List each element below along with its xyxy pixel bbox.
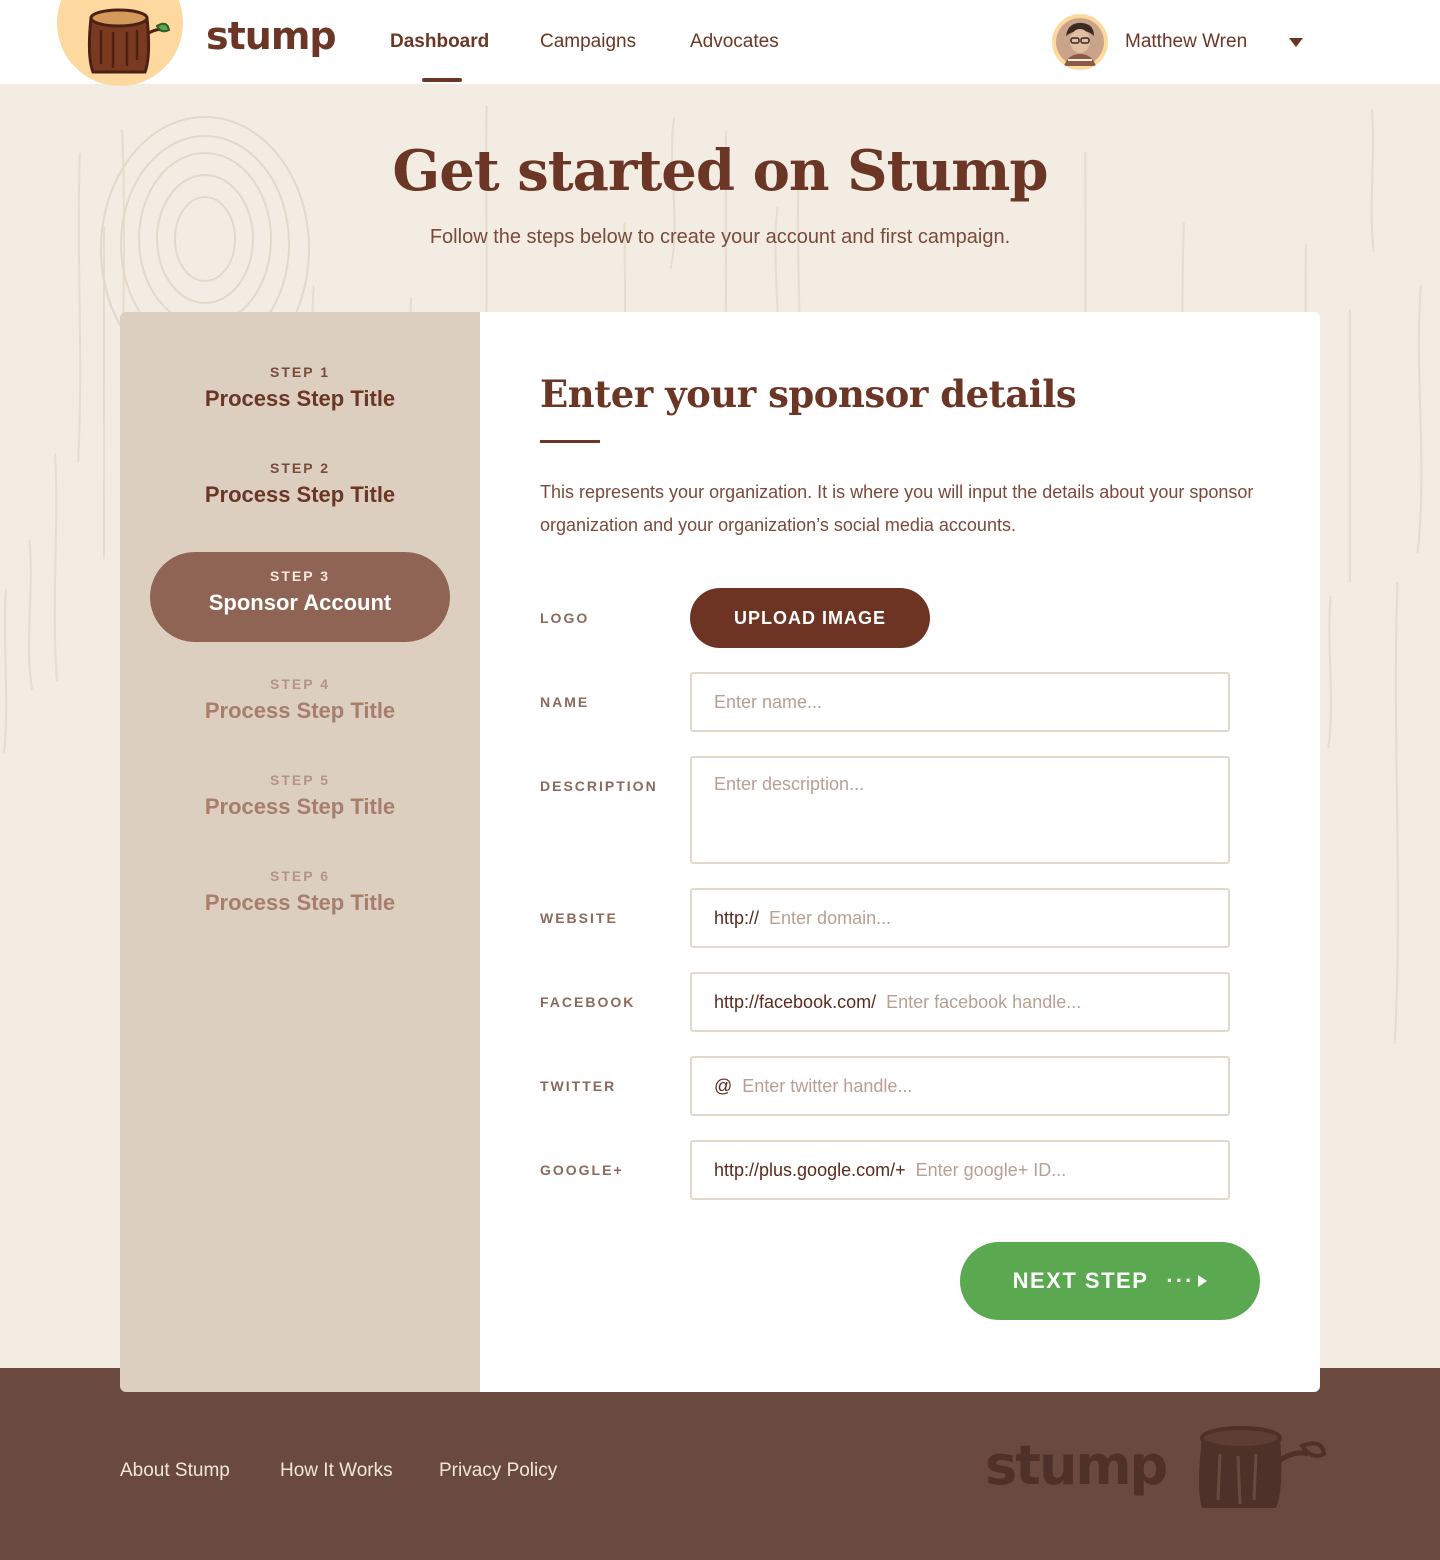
wood-grain-line [27,539,33,690]
nav-campaigns[interactable]: Campaigns [540,31,636,53]
top-navbar: stump Dashboard Campaigns Advocates Matt… [0,0,1440,86]
nav-dashboard[interactable]: Dashboard [390,31,489,53]
step-title: Sponsor Account [208,590,392,615]
facebook-input[interactable] [886,974,1228,1030]
active-nav-indicator [422,78,462,82]
step-label: STEP 3 [270,568,330,584]
panel-title: Enter your sponsor details [540,372,1077,416]
logo-label: LOGO [540,610,590,626]
avatar-portrait-icon [1056,18,1104,66]
upload-image-button[interactable]: UPLOAD IMAGE [690,588,930,648]
tree-stump-icon [87,8,171,74]
sponsor-details-panel: Enter your sponsor details This represen… [480,312,1320,1392]
step-1[interactable]: STEP 1 Process Step Title [150,352,450,442]
name-field-wrapper [690,672,1230,732]
step-4[interactable]: STEP 4 Process Step Title [150,664,450,754]
step-3-active[interactable]: STEP 3 Sponsor Account [150,552,450,642]
description-field-wrapper [690,756,1230,864]
footer: About Stump How It Works Privacy Policy … [0,1368,1440,1560]
user-name[interactable]: Matthew Wren [1125,31,1247,53]
google-prefix: http://plus.google.com/+ [714,1159,906,1180]
next-step-button[interactable]: NEXT STEP ··· [960,1242,1260,1320]
facebook-label: FACEBOOK [540,994,636,1010]
step-6[interactable]: STEP 6 Process Step Title [150,856,450,946]
step-5[interactable]: STEP 5 Process Step Title [150,760,450,850]
step-title: Process Step Title [204,794,396,819]
wood-grain-line [53,453,59,682]
footer-link-about[interactable]: About Stump [120,1460,230,1482]
step-title: Process Step Title [204,698,396,723]
step-title: Process Step Title [204,890,396,915]
twitter-label: TWITTER [540,1078,617,1094]
facebook-prefix: http://facebook.com/ [714,991,877,1012]
step-label: STEP 5 [270,772,330,788]
google-field-wrapper: http://plus.google.com/+ [690,1140,1230,1200]
facebook-field-wrapper: http://facebook.com/ [690,972,1230,1032]
footer-brand-wordmark: stump [985,1434,1168,1497]
name-input[interactable] [714,674,1228,730]
google-input[interactable] [915,1142,1228,1198]
tree-stump-icon [1199,1426,1327,1508]
page-subtitle: Follow the steps below to create your ac… [429,226,1011,248]
google-label: GOOGLE+ [540,1162,624,1178]
description-input[interactable] [714,774,1228,862]
website-input[interactable] [769,890,1228,946]
step-label: STEP 2 [270,460,330,476]
step-title: Process Step Title [204,482,396,507]
twitter-prefix: @ [714,1075,733,1096]
step-label: STEP 1 [270,364,330,380]
nav-advocates[interactable]: Advocates [690,31,779,53]
wood-grain-line [1416,284,1423,554]
step-label: STEP 6 [270,868,330,884]
panel-description: This represents your organization. It is… [540,482,1254,535]
twitter-input[interactable] [742,1058,1228,1114]
step-title: Process Step Title [204,386,396,411]
footer-link-how-it-works[interactable]: How It Works [280,1460,393,1482]
arrow-right-icon [1198,1275,1208,1287]
step-label: STEP 4 [270,676,330,692]
website-prefix: http:// [714,907,760,928]
description-label: DESCRIPTION [540,778,658,794]
steps-sidebar: STEP 1 Process Step Title STEP 2 Process… [120,312,480,1392]
title-divider [540,440,600,443]
wood-grain-line [3,588,8,753]
next-step-label: NEXT STEP [1012,1268,1149,1293]
wood-grain-line [1327,595,1333,749]
wood-grain-line [1393,581,1399,1045]
twitter-field-wrapper: @ [690,1056,1230,1116]
user-avatar[interactable] [1052,14,1108,70]
logo[interactable] [57,0,183,86]
website-label: WEBSITE [540,910,618,926]
caret-down-icon[interactable] [1289,38,1303,47]
brand-wordmark[interactable]: stump [206,14,337,58]
footer-link-privacy[interactable]: Privacy Policy [439,1460,557,1482]
step-2[interactable]: STEP 2 Process Step Title [150,448,450,538]
website-field-wrapper: http:// [690,888,1230,948]
page-title: Get started on Stump [392,138,1048,204]
dots-icon: ··· [1166,1268,1195,1293]
name-label: NAME [540,694,590,710]
